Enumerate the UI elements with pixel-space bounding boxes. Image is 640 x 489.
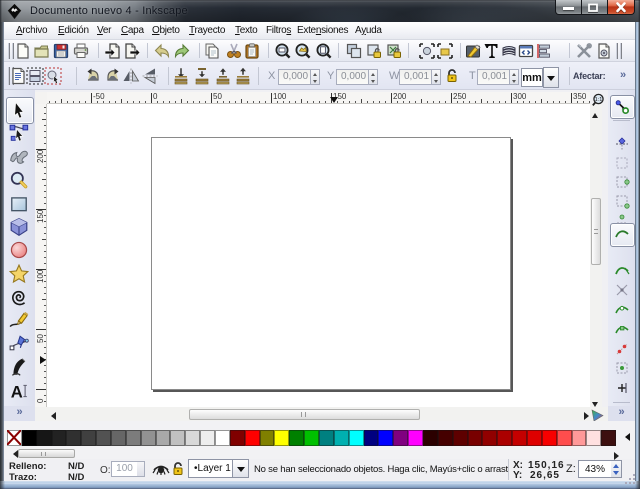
svg-text:1:1: 1:1 xyxy=(595,97,603,103)
svg-text:A: A xyxy=(11,383,23,401)
